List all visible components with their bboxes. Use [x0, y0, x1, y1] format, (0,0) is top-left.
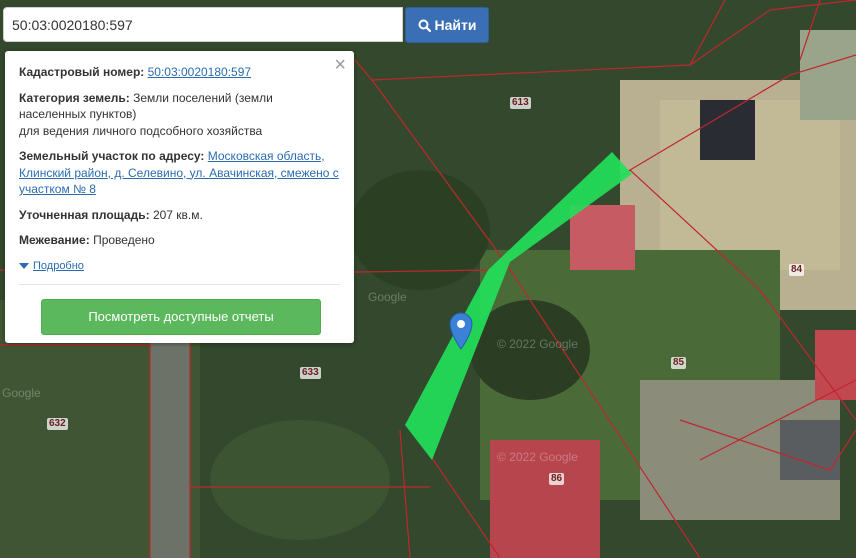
divider — [19, 284, 340, 285]
plot-number-label: 613 — [510, 97, 531, 109]
parcel-info-popup: × Кадастровый номер: 50:03:0020180:597 К… — [5, 51, 354, 343]
plot-number-label: 84 — [789, 264, 805, 276]
address-row: Земельный участок по адресу: Московская … — [19, 148, 340, 198]
plot-number-label: 86 — [549, 473, 565, 485]
land-category-row: Категория земель: Земли поселений (земли… — [19, 90, 340, 140]
details-toggle[interactable]: Подробно — [19, 258, 340, 275]
category-value: населенных пунктов) — [19, 107, 137, 121]
survey-label: Межевание: — [19, 233, 90, 247]
cadastral-search-input[interactable] — [3, 7, 403, 42]
cadastral-number-row: Кадастровый номер: 50:03:0020180:597 — [19, 64, 340, 81]
close-icon[interactable]: × — [334, 55, 346, 75]
details-link[interactable]: Подробно — [33, 258, 84, 275]
search-button-label: Найти — [434, 17, 477, 33]
area-value: 207 кв.м. — [152, 207, 203, 222]
survey-row: Межевание: Проведено — [19, 232, 340, 249]
search-icon — [418, 19, 431, 32]
map-watermark: © 2022 Google — [497, 450, 578, 464]
map-watermark: Google — [2, 386, 41, 400]
map-watermark: © 2022 Google — [497, 337, 578, 351]
survey-value: Проведено — [93, 233, 155, 247]
address-link[interactable]: Клинский район, д. Селевино, ул. Авачинс… — [19, 166, 339, 180]
category-value: Земли поселений (земли — [133, 90, 273, 105]
view-reports-button[interactable]: Посмотреть доступные отчеты — [41, 299, 321, 335]
category-purpose: для ведения личного подсобного хозяйства — [19, 123, 263, 138]
plot-number-label: 633 — [300, 367, 321, 379]
address-link[interactable]: участком № 8 — [19, 182, 96, 196]
area-label: Уточненная площадь: — [19, 207, 150, 222]
cadastral-label: Кадастровый номер: — [19, 65, 145, 79]
address-link[interactable]: Московская область, — [208, 149, 325, 163]
area-row: Уточненная площадь: 207 кв.м. — [19, 207, 340, 224]
search-button[interactable]: Найти — [405, 7, 489, 43]
address-label: Земельный участок по адресу: — [19, 149, 205, 163]
plot-number-label: 632 — [47, 418, 68, 430]
map-pin-icon[interactable] — [449, 312, 473, 350]
plot-number-label: 85 — [671, 357, 687, 369]
caret-down-icon — [19, 262, 29, 269]
map-watermark: Google — [368, 290, 407, 304]
category-label: Категория земель: — [19, 90, 130, 105]
cadastral-number-link[interactable]: 50:03:0020180:597 — [148, 65, 251, 79]
